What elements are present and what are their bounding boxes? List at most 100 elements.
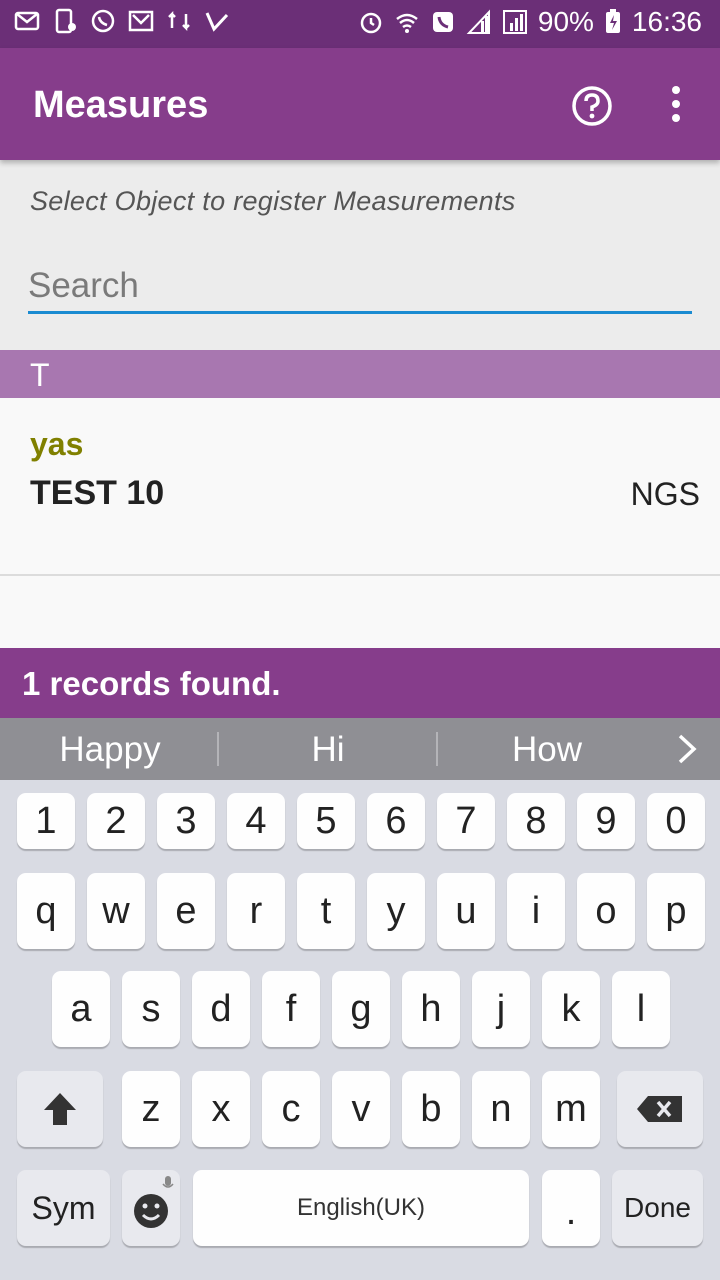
clock: 16:36	[631, 6, 702, 37]
number-key[interactable]: 6	[367, 793, 425, 849]
list-item-title: TEST 10	[30, 474, 165, 512]
suggestions-expand-button[interactable]	[670, 730, 704, 768]
letter-key-label: f	[285, 988, 297, 1030]
number-key[interactable]: 0	[647, 793, 705, 849]
letter-key[interactable]: t	[297, 873, 355, 949]
number-key-label: 6	[385, 800, 407, 842]
letter-key[interactable]: w	[87, 873, 145, 949]
letter-key-label: k	[561, 988, 581, 1030]
letter-key[interactable]: y	[367, 873, 425, 949]
help-button[interactable]	[570, 84, 614, 128]
letter-key-label: y	[386, 890, 406, 932]
number-key-label: 9	[595, 800, 617, 842]
letter-key-label: c	[281, 1088, 301, 1130]
number-key[interactable]: 3	[157, 793, 215, 849]
letter-key-label: w	[102, 890, 130, 932]
overflow-menu-button[interactable]	[660, 84, 692, 128]
screen: 90% 16:36 Measures Select Object to regi…	[0, 0, 720, 1280]
letter-key-label: s	[141, 988, 161, 1030]
done-key[interactable]: Done	[612, 1170, 703, 1246]
letter-key[interactable]: q	[17, 873, 75, 949]
letter-key[interactable]: h	[402, 971, 460, 1047]
letter-key-label: q	[35, 890, 57, 932]
letter-key[interactable]: x	[192, 1071, 250, 1147]
number-key[interactable]: 9	[577, 793, 635, 849]
list-item[interactable]: yas TEST 10 NGS	[0, 398, 720, 576]
list-item-subtitle: yas	[30, 426, 84, 462]
chevron-right-icon	[678, 734, 697, 764]
list-empty-space	[0, 578, 720, 648]
number-key[interactable]: 4	[227, 793, 285, 849]
letter-key[interactable]: u	[437, 873, 495, 949]
letter-key[interactable]: k	[542, 971, 600, 1047]
more-vert-icon	[672, 86, 680, 122]
letter-key-label: b	[420, 1088, 442, 1130]
space-key-label: English(UK)	[296, 1194, 426, 1221]
emoji-key[interactable]	[122, 1170, 180, 1246]
sym-key[interactable]: Sym	[17, 1170, 110, 1246]
wifi-calling-icon	[394, 9, 420, 35]
letter-key[interactable]: b	[402, 1071, 460, 1147]
letter-key[interactable]: a	[52, 971, 110, 1047]
suggestion-3[interactable]: How	[447, 718, 647, 780]
letter-key[interactable]: m	[542, 1071, 600, 1147]
letter-key-label: z	[141, 1088, 161, 1130]
shift-key[interactable]	[17, 1071, 103, 1147]
letter-key-label: g	[350, 988, 372, 1030]
letter-key-label: n	[490, 1088, 512, 1130]
letter-key[interactable]: z	[122, 1071, 180, 1147]
filter-area: Select Object to register Measurements	[0, 160, 720, 350]
letter-key-label: m	[555, 1088, 587, 1130]
period-key[interactable]: .	[542, 1170, 600, 1246]
number-key-label: 3	[175, 800, 197, 842]
letter-key-label: l	[636, 988, 646, 1030]
letter-key-label: r	[249, 890, 263, 932]
number-key[interactable]: 2	[87, 793, 145, 849]
letter-key[interactable]: d	[192, 971, 250, 1047]
letter-key[interactable]: o	[577, 873, 635, 949]
letter-key[interactable]: r	[227, 873, 285, 949]
number-key[interactable]: 8	[507, 793, 565, 849]
letter-key[interactable]: l	[612, 971, 670, 1047]
letter-key[interactable]: i	[507, 873, 565, 949]
letter-key[interactable]: n	[472, 1071, 530, 1147]
check-icon	[204, 8, 230, 34]
number-key[interactable]: 1	[17, 793, 75, 849]
number-key[interactable]: 5	[297, 793, 355, 849]
search-input[interactable]	[28, 260, 692, 314]
suggestion-1[interactable]: Happy	[10, 718, 210, 780]
app-bar: Measures	[0, 48, 720, 160]
number-key-label: 5	[315, 800, 337, 842]
letter-key[interactable]: v	[332, 1071, 390, 1147]
help-circle-icon	[572, 86, 612, 126]
transfer-icon	[166, 8, 192, 34]
letter-key[interactable]: p	[647, 873, 705, 949]
status-bar-notifications	[14, 8, 230, 34]
letter-key[interactable]: f	[262, 971, 320, 1047]
letter-key[interactable]: c	[262, 1071, 320, 1147]
keyboard-suggestion-bar: Happy Hi How	[0, 718, 720, 780]
emoji-icon	[134, 1176, 174, 1228]
mail-icon	[14, 8, 40, 34]
call-icon	[430, 9, 456, 35]
instruction-text: Select Object to register Measurements	[30, 186, 516, 216]
number-key-label: 8	[525, 800, 547, 842]
letter-key[interactable]: j	[472, 971, 530, 1047]
letter-key[interactable]: e	[157, 873, 215, 949]
battery-percent: 90%	[537, 6, 594, 37]
backspace-key[interactable]	[617, 1071, 703, 1147]
suggestion-2[interactable]: Hi	[228, 718, 428, 780]
signal-r-icon	[502, 9, 528, 35]
phone-message-icon	[52, 8, 78, 34]
letter-key-label: v	[351, 1088, 371, 1130]
battery-charging-icon	[604, 9, 622, 35]
letter-key[interactable]: g	[332, 971, 390, 1047]
letter-key-label: o	[595, 890, 617, 932]
letter-key[interactable]: s	[122, 971, 180, 1047]
space-key[interactable]: English(UK)	[193, 1170, 529, 1246]
number-key[interactable]: 7	[437, 793, 495, 849]
letter-key-label: i	[531, 890, 541, 932]
number-key-label: 2	[105, 800, 127, 842]
letter-key-label: a	[70, 988, 92, 1030]
period-key-label: .	[565, 1191, 577, 1233]
